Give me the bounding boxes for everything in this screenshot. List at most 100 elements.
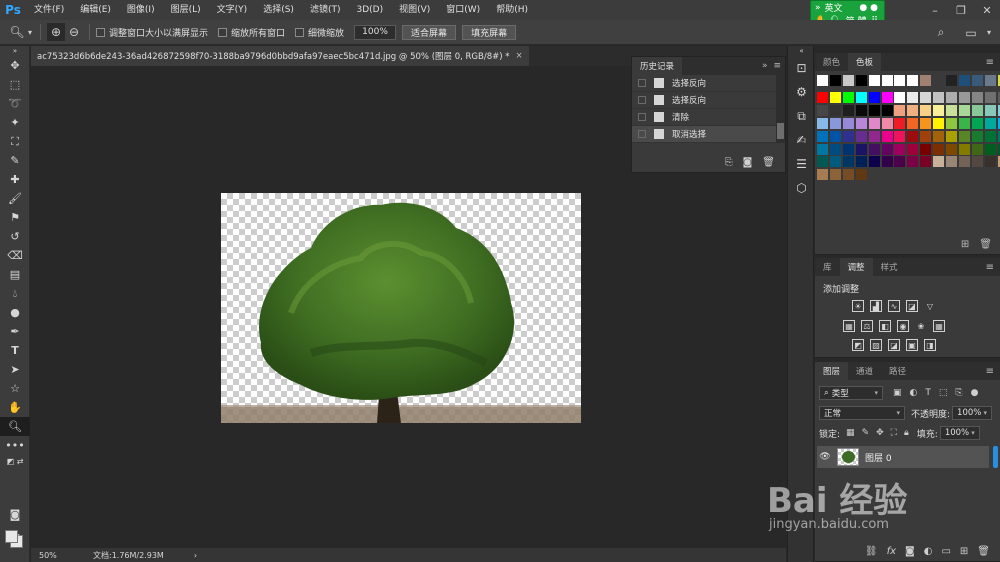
color-swatch[interactable] xyxy=(894,130,906,142)
color-swatch[interactable] xyxy=(855,143,867,155)
color-swatch[interactable] xyxy=(829,117,841,129)
document-tab[interactable]: ac75323d6b6de243-36ad426872598f70-3188ba… xyxy=(31,46,529,66)
history-item[interactable]: 清除 xyxy=(632,109,785,126)
shape-tool-icon[interactable]: ☆ xyxy=(0,379,30,398)
color-swatch[interactable] xyxy=(920,91,932,103)
pen-tool-icon[interactable]: ✒ xyxy=(0,322,30,341)
lock-pixels-icon[interactable]: ✎ xyxy=(862,428,870,438)
tab-channels[interactable]: 通道 xyxy=(848,362,881,380)
adjustment-layer-icon[interactable]: ◐ xyxy=(924,546,933,557)
color-swatch[interactable] xyxy=(971,143,983,155)
color-swatch[interactable] xyxy=(958,104,970,116)
tab-swatches[interactable]: 色板 xyxy=(848,53,882,71)
color-swatch[interactable] xyxy=(881,130,893,142)
color-swatch[interactable] xyxy=(881,91,893,103)
gradient-tool-icon[interactable]: ▤ xyxy=(0,265,30,284)
brush-tool-icon[interactable]: 🖌︎ xyxy=(0,189,30,208)
color-swatch[interactable] xyxy=(933,130,945,142)
color-swatch[interactable] xyxy=(829,169,841,181)
filter-shape-icon[interactable]: ⬚ xyxy=(939,388,948,398)
fx-icon[interactable]: fx xyxy=(887,546,896,557)
color-swatch[interactable] xyxy=(958,156,970,168)
crop-tool-icon[interactable]: ⛶ xyxy=(0,132,30,151)
color-swatch[interactable] xyxy=(868,75,880,86)
tab-adjustments[interactable]: 调整 xyxy=(839,258,873,276)
dodge-tool-icon[interactable]: ● xyxy=(0,303,30,322)
filter-smart-icon[interactable]: ⎘ xyxy=(955,388,962,398)
color-swatch[interactable] xyxy=(817,130,828,142)
color-swatch[interactable] xyxy=(894,75,906,86)
color-swatch[interactable] xyxy=(933,91,945,103)
color-swatch[interactable] xyxy=(933,75,945,86)
status-arrow-icon[interactable]: › xyxy=(194,551,197,560)
tab-history[interactable]: 历史记录 xyxy=(632,57,683,75)
color-swatch[interactable] xyxy=(894,117,906,129)
color-swatch[interactable] xyxy=(817,117,828,129)
color-swatch[interactable] xyxy=(868,91,880,103)
color-swatch[interactable] xyxy=(842,91,854,103)
color-swatch[interactable] xyxy=(958,143,970,155)
color-swatch[interactable] xyxy=(907,143,919,155)
scrubby-zoom-option[interactable]: 细微缩放 xyxy=(295,26,344,39)
lock-artboard-icon[interactable]: ⛶ xyxy=(891,428,897,438)
filter-adjustment-icon[interactable]: ◐ xyxy=(910,388,918,398)
color-swatch[interactable] xyxy=(958,130,970,142)
tab-styles[interactable]: 样式 xyxy=(873,258,906,276)
document-canvas[interactable] xyxy=(221,193,581,423)
color-swatch[interactable] xyxy=(894,143,906,155)
color-swatch[interactable] xyxy=(984,104,996,116)
color-swatch[interactable] xyxy=(920,117,932,129)
new-group-icon[interactable]: ▭ xyxy=(941,546,950,557)
color-swatch[interactable] xyxy=(920,143,932,155)
color-swatch[interactable] xyxy=(933,156,945,168)
color-swatch[interactable] xyxy=(855,91,867,103)
color-swatch[interactable] xyxy=(920,104,932,116)
search-icon[interactable]: ⌕ xyxy=(932,24,950,42)
color-swatch[interactable] xyxy=(817,169,828,181)
opacity-field[interactable]: 100% ▾ xyxy=(952,406,993,420)
tab-libraries[interactable]: 库 xyxy=(815,258,840,276)
color-swatch[interactable] xyxy=(958,91,970,103)
channel-mixer-icon[interactable]: ❀ xyxy=(915,320,927,332)
color-swatch[interactable] xyxy=(984,156,996,168)
color-swatch[interactable] xyxy=(842,117,854,129)
blend-mode-dropdown[interactable]: 正常 ▾ xyxy=(819,406,905,420)
color-swatch[interactable] xyxy=(958,75,970,86)
color-swatch[interactable] xyxy=(971,91,983,103)
minimize-icon[interactable]: – xyxy=(922,0,948,20)
color-swatch[interactable] xyxy=(829,75,841,86)
color-swatch[interactable] xyxy=(971,104,983,116)
close-tab-icon[interactable]: × xyxy=(516,51,523,61)
color-swatch[interactable] xyxy=(817,104,828,116)
color-balance-icon[interactable]: ⚖ xyxy=(861,320,873,332)
color-swatch[interactable] xyxy=(984,143,996,155)
color-swatch[interactable] xyxy=(946,143,957,155)
lock-transparent-icon[interactable]: ▦ xyxy=(846,428,855,438)
selective-color-icon[interactable]: ◨ xyxy=(924,339,936,351)
panel-menu-icon[interactable]: ≡ xyxy=(986,262,994,273)
color-swatch[interactable] xyxy=(946,117,957,129)
color-swatch[interactable] xyxy=(855,156,867,168)
hand-tool-icon[interactable]: ✋ xyxy=(0,398,30,417)
color-swatch[interactable] xyxy=(817,75,828,86)
brightness-icon[interactable]: ☀ xyxy=(852,300,864,312)
foreground-color-swatch[interactable] xyxy=(5,530,18,543)
color-swatch[interactable] xyxy=(829,91,841,103)
magic-wand-tool-icon[interactable]: ✦ xyxy=(0,113,30,132)
zoom-all-windows-option[interactable]: 缩放所有窗口 xyxy=(218,26,285,39)
quick-mask-icon[interactable]: ◙ xyxy=(0,505,30,524)
history-source-checkbox[interactable] xyxy=(638,130,646,138)
color-swatch[interactable] xyxy=(829,143,841,155)
color-swatch[interactable] xyxy=(984,117,996,129)
color-swatch[interactable] xyxy=(855,117,867,129)
properties-panel-icon[interactable]: ⧉ xyxy=(788,104,815,128)
menu-type[interactable]: 文字(Y) xyxy=(209,0,256,20)
path-selection-tool-icon[interactable]: ➤ xyxy=(0,360,30,379)
color-swatch[interactable] xyxy=(984,130,996,142)
menu-select[interactable]: 选择(S) xyxy=(255,0,302,20)
color-lookup-icon[interactable]: ▦ xyxy=(933,320,945,332)
chevron-down-icon[interactable]: ▾ xyxy=(984,24,994,42)
color-swatch[interactable] xyxy=(971,75,983,86)
healing-brush-tool-icon[interactable]: ✚ xyxy=(0,170,30,189)
bw-icon[interactable]: ◧ xyxy=(879,320,891,332)
